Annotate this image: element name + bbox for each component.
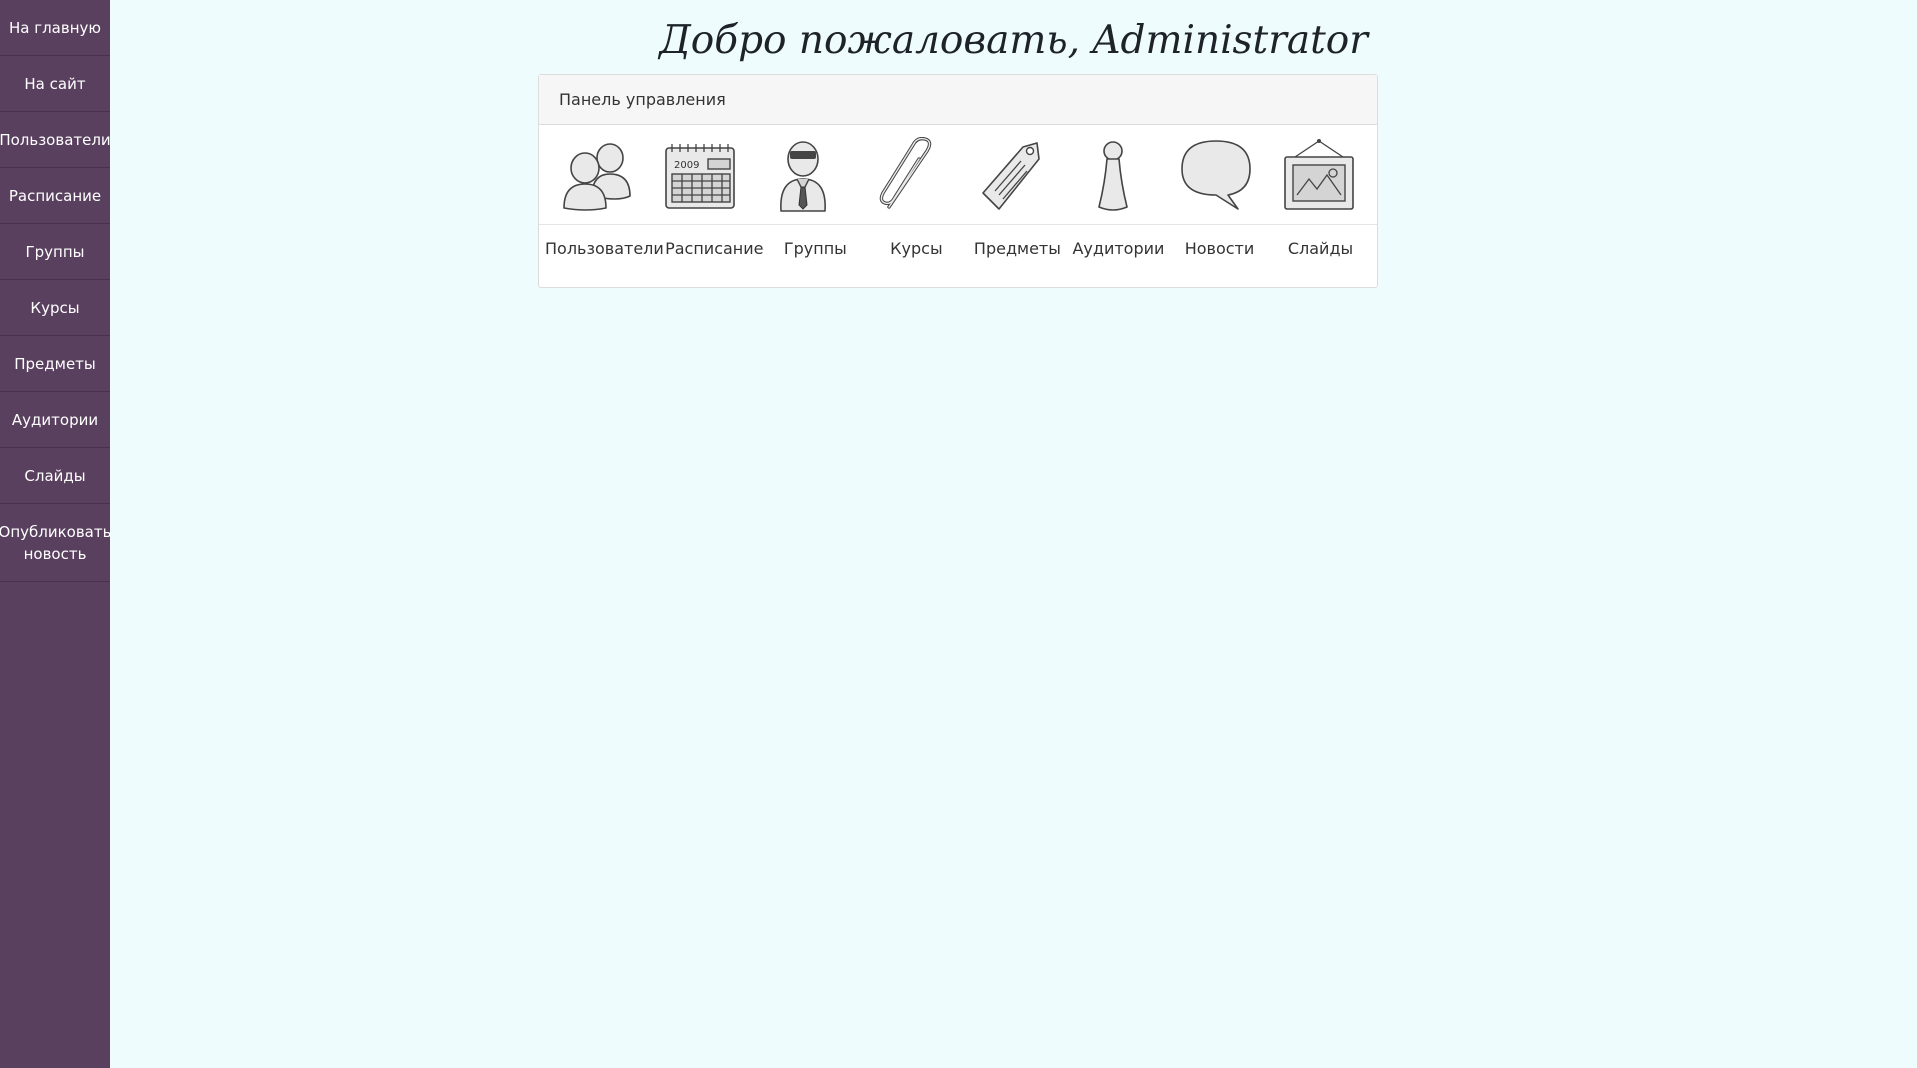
tile-label-classrooms[interactable]: Аудитории: [1072, 239, 1164, 258]
tag-icon[interactable]: [977, 137, 1043, 213]
tile-label-schedule[interactable]: Расписание: [665, 239, 763, 258]
nav-groups[interactable]: Группы: [0, 224, 110, 280]
picture-frame-icon[interactable]: [1281, 137, 1357, 213]
svg-text:2009: 2009: [674, 160, 699, 171]
nav-publish-news[interactable]: Опубликовать новость: [0, 504, 111, 582]
tile-label-courses[interactable]: Курсы: [890, 239, 942, 258]
nav-schedule[interactable]: Расписание: [0, 168, 110, 224]
speech-bubble-icon[interactable]: [1178, 137, 1254, 213]
nav-home[interactable]: На главную: [0, 0, 110, 56]
tile-label-subjects[interactable]: Предметы: [974, 239, 1061, 258]
nav-slides[interactable]: Слайды: [0, 448, 110, 504]
group-person-icon[interactable]: [773, 137, 833, 213]
pawn-icon[interactable]: [1093, 137, 1133, 213]
nav-site[interactable]: На сайт: [0, 56, 110, 112]
tile-label-users[interactable]: Пользователи: [545, 239, 664, 258]
icon-row: 2009: [539, 125, 1377, 225]
tile-label-slides[interactable]: Слайды: [1288, 239, 1353, 258]
nav-subjects[interactable]: Предметы: [0, 336, 110, 392]
calendar-icon[interactable]: 2009: [660, 138, 740, 212]
tile-label-groups[interactable]: Группы: [784, 239, 847, 258]
sidebar: На главную На сайт Пользователи Расписан…: [0, 0, 111, 1068]
nav-users[interactable]: Пользователи: [0, 112, 111, 168]
tile-label-news[interactable]: Новости: [1185, 239, 1255, 258]
label-row: Пользователи Расписание Группы Курсы Пре…: [539, 225, 1377, 258]
paperclip-icon[interactable]: [873, 136, 939, 213]
control-panel: Панель управления 2009 Пользователи Расп…: [538, 74, 1378, 288]
nav-courses[interactable]: Курсы: [0, 280, 110, 336]
users-icon[interactable]: [558, 138, 636, 212]
page-title: Добро пожаловать, Administrator: [659, 18, 1368, 63]
nav-classrooms[interactable]: Аудитории: [0, 392, 110, 448]
panel-header: Панель управления: [539, 75, 1377, 125]
